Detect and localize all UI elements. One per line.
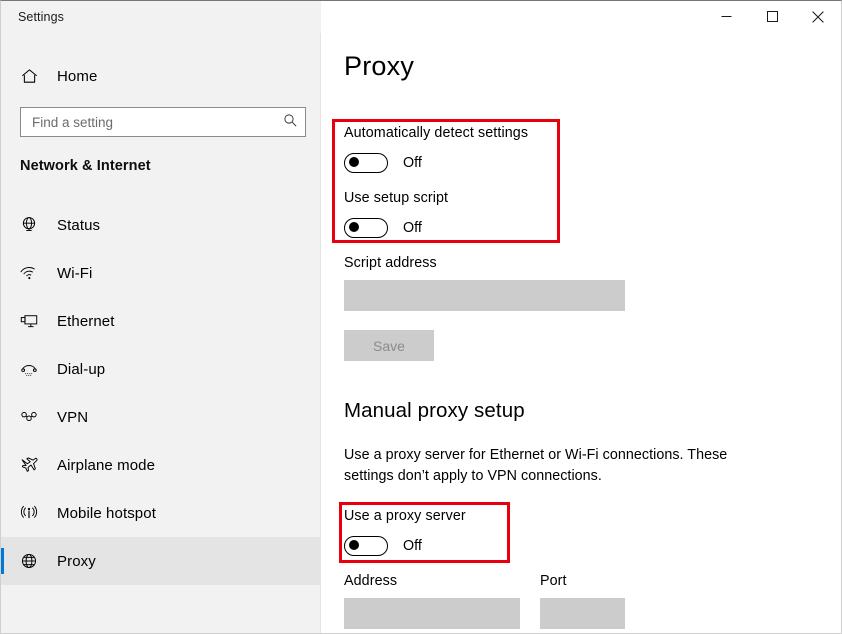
- use-proxy-toggle-state: Off: [403, 538, 422, 554]
- sidebar: Home Network & Internet: [1, 1, 321, 633]
- sidebar-item-dialup-label: Dial-up: [57, 361, 105, 378]
- use-proxy-toggle-row: Off: [344, 536, 466, 556]
- search-box[interactable]: [20, 107, 306, 137]
- close-icon: [812, 11, 824, 23]
- dialup-icon: [7, 359, 51, 379]
- sidebar-item-home-label: Home: [57, 68, 97, 85]
- sidebar-item-ethernet-label: Ethernet: [57, 313, 115, 330]
- address-input[interactable]: [344, 598, 520, 629]
- minimize-icon: [721, 11, 732, 22]
- sidebar-item-wifi-label: Wi-Fi: [57, 265, 92, 282]
- sidebar-item-status[interactable]: Status: [1, 201, 321, 249]
- auto-detect-toggle[interactable]: [344, 153, 388, 173]
- auto-detect-label: Automatically detect settings: [344, 125, 528, 141]
- setup-script-setting-group: Use setup script Off: [344, 190, 448, 238]
- selected-indicator: [1, 548, 4, 574]
- sidebar-item-vpn-label: VPN: [57, 409, 88, 426]
- script-address-label: Script address: [344, 255, 625, 271]
- globe-icon: [7, 551, 51, 571]
- maximize-icon: [767, 11, 778, 22]
- page-title: Proxy: [344, 51, 414, 82]
- title-bar: Settings: [1, 1, 841, 33]
- port-label: Port: [540, 573, 625, 589]
- sidebar-item-home[interactable]: Home: [1, 61, 321, 91]
- settings-window: Settings: [0, 0, 842, 634]
- sidebar-item-airplane-mode[interactable]: Airplane mode: [1, 441, 321, 489]
- sidebar-item-ethernet[interactable]: Ethernet: [1, 297, 321, 345]
- ethernet-icon: [7, 311, 51, 331]
- maximize-button[interactable]: [749, 1, 795, 32]
- manual-proxy-description: Use a proxy server for Ethernet or Wi-Fi…: [344, 445, 769, 487]
- manual-proxy-section: Manual proxy setup Use a proxy server fo…: [344, 399, 814, 487]
- airplane-icon: [7, 455, 51, 475]
- auto-detect-toggle-knob: [349, 157, 359, 167]
- close-button[interactable]: [795, 1, 841, 32]
- auto-detect-toggle-state: Off: [403, 155, 422, 171]
- main-content: Proxy Automatically detect settings Off …: [322, 33, 841, 633]
- use-proxy-setting-group: Use a proxy server Off: [344, 508, 466, 556]
- sidebar-item-vpn[interactable]: VPN: [1, 393, 321, 441]
- port-group: Port: [540, 573, 625, 629]
- manual-proxy-title: Manual proxy setup: [344, 399, 814, 423]
- app-title: Settings: [1, 10, 64, 24]
- globe-monitor-icon: [7, 215, 51, 235]
- search-input[interactable]: [21, 108, 275, 136]
- sidebar-section-header: Network & Internet: [20, 158, 151, 174]
- port-input[interactable]: [540, 598, 625, 629]
- wifi-icon: [7, 263, 51, 283]
- sidebar-item-mobile-hotspot[interactable]: Mobile hotspot: [1, 489, 321, 537]
- sidebar-item-status-label: Status: [57, 217, 100, 234]
- use-proxy-toggle-knob: [349, 540, 359, 550]
- window-controls: [321, 1, 841, 33]
- sidebar-item-airplane-mode-label: Airplane mode: [57, 457, 155, 474]
- save-button[interactable]: Save: [344, 330, 434, 361]
- use-proxy-label: Use a proxy server: [344, 508, 466, 524]
- sidebar-item-proxy-label: Proxy: [57, 553, 96, 570]
- script-address-group: Script address Save: [344, 255, 625, 361]
- sidebar-item-mobile-hotspot-label: Mobile hotspot: [57, 505, 156, 522]
- search-icon: [283, 113, 298, 131]
- setup-script-label: Use setup script: [344, 190, 448, 206]
- hotspot-icon: [7, 503, 51, 523]
- minimize-button[interactable]: [703, 1, 749, 32]
- setup-script-toggle-knob: [349, 222, 359, 232]
- address-group: Address: [344, 573, 520, 629]
- setup-script-toggle-row: Off: [344, 218, 448, 238]
- address-label: Address: [344, 573, 520, 589]
- sidebar-item-dialup[interactable]: Dial-up: [1, 345, 321, 393]
- sidebar-item-proxy[interactable]: Proxy: [1, 537, 321, 585]
- sidebar-item-wifi[interactable]: Wi-Fi: [1, 249, 321, 297]
- setup-script-toggle-state: Off: [403, 220, 422, 236]
- auto-detect-setting-group: Automatically detect settings Off: [344, 125, 528, 173]
- vpn-icon: [7, 407, 51, 427]
- search-button[interactable]: [275, 108, 305, 136]
- use-proxy-toggle[interactable]: [344, 536, 388, 556]
- home-icon: [7, 67, 51, 86]
- setup-script-toggle[interactable]: [344, 218, 388, 238]
- auto-detect-toggle-row: Off: [344, 153, 528, 173]
- address-port-row: Address Port: [344, 573, 625, 629]
- sidebar-nav-list: Status Wi-Fi: [1, 201, 321, 585]
- script-address-input[interactable]: [344, 280, 625, 311]
- title-bar-left: Settings: [1, 1, 321, 33]
